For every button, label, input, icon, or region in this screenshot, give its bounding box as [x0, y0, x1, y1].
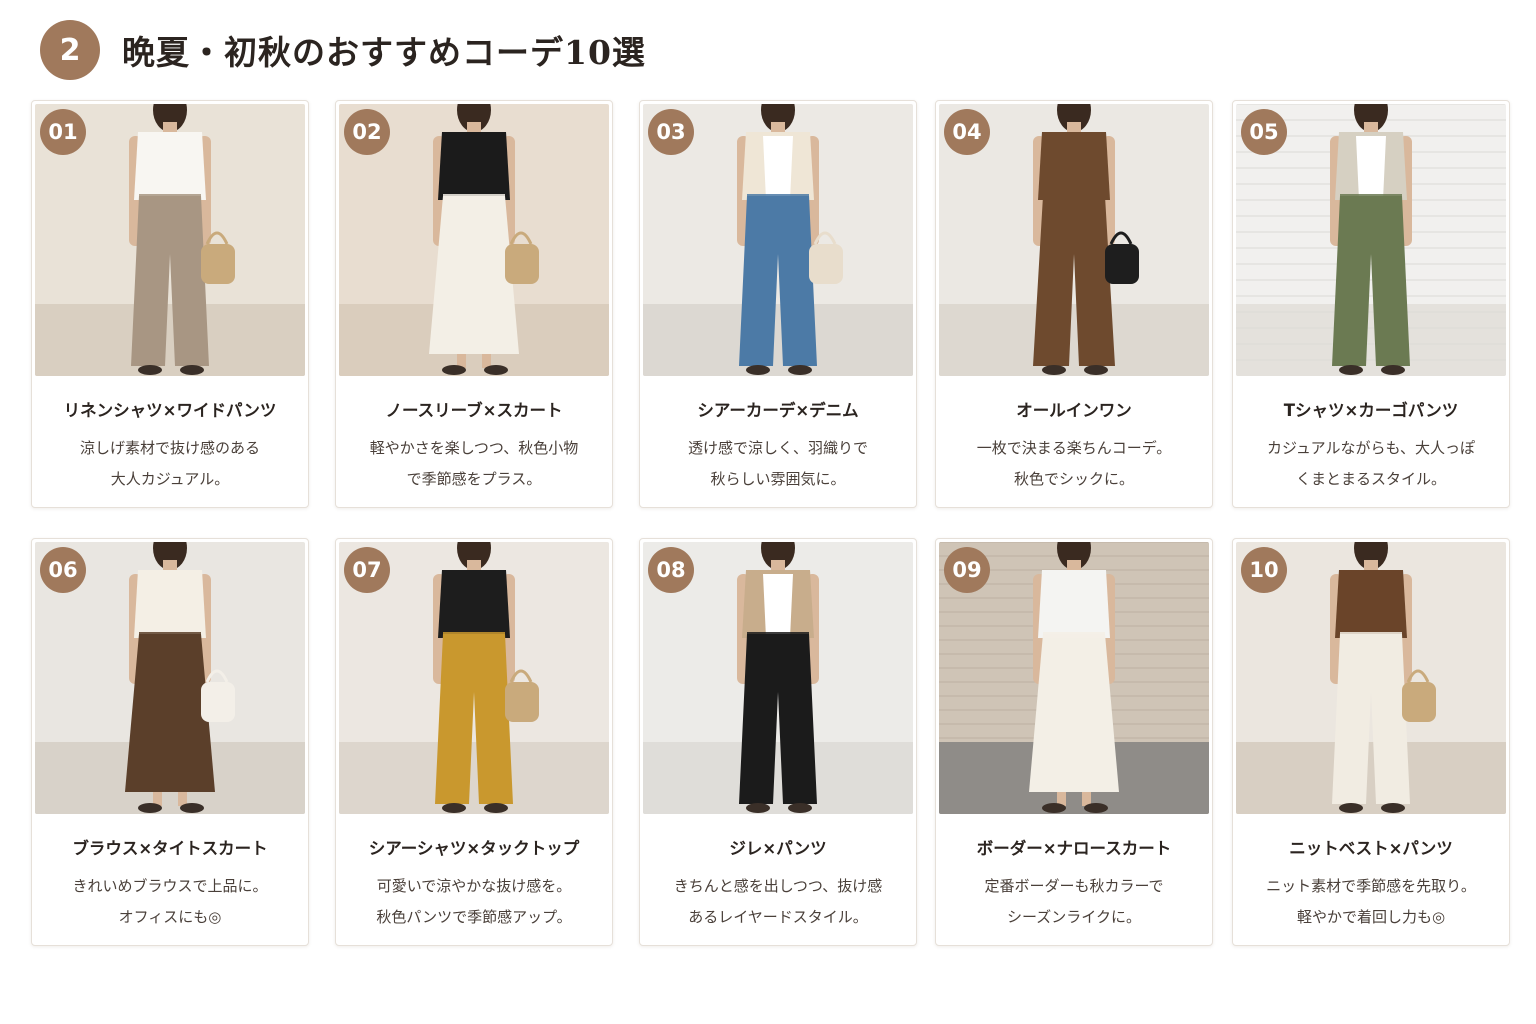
outfit-description-line: 可愛いで涼やかな抜け感を。	[376, 877, 572, 895]
outfit-description: 定番ボーダーも秋カラーで シーズンライクに。	[942, 871, 1206, 933]
outfit-description: ニット素材で季節感を先取り。 軽やかで着回し力も◎	[1239, 871, 1503, 933]
section-header: 2 晩夏・初秋のおすすめコーデ10選	[40, 20, 646, 80]
outfit-description-line: 軽やかさを楽しつつ、秋色小物	[369, 439, 579, 457]
outfit-title: ブラウス×タイトスカート	[72, 839, 268, 858]
outfit-title: ボーダー×ナロースカート	[976, 839, 1172, 858]
outfit-number-badge: 06	[40, 547, 86, 593]
outfit-description-line: きちんと感を出しつつ、抜け感	[673, 877, 883, 895]
outfit-card[interactable]: 08 ジレ×パンツきちんと感を出しつつ、抜け感 あるレイヤードスタイル。	[639, 538, 917, 946]
outfit-description-line: くまとまるスタイル。	[1295, 470, 1446, 488]
outfit-title: ノースリーブ×スカート	[385, 401, 563, 420]
outfit-description-line: 透け感で涼しく、羽織りで	[687, 439, 868, 457]
outfit-card[interactable]: 04 オールインワン一枚で決まる楽ちんコーデ。 秋色でシックに。	[935, 100, 1213, 508]
section-number-badge: 2	[40, 20, 100, 80]
outfit-description-line: 涼しげ素材で抜け感のある	[79, 439, 260, 457]
outfit-description-line: シーズンライクに。	[1007, 908, 1141, 926]
outfit-description-line: 定番ボーダーも秋カラーで	[984, 877, 1164, 895]
outfit-card[interactable]: 06 ブラウス×タイトスカート きれいめブラウスで上品に。 オフィスにも◎	[31, 538, 309, 946]
outfit-card[interactable]: 01 リネンシャツ×ワイドパンツ 涼しげ素材で抜け感のある 大人カジュアル。	[31, 100, 309, 508]
outfit-description-line: 秋色パンツで季節感アップ。	[376, 908, 572, 926]
outfit-description: 一枚で決まる楽ちんコーデ。 秋色でシックに。	[942, 433, 1206, 495]
outfit-description-line: ニット素材で季節感を先取り。	[1266, 877, 1476, 895]
outfit-description: 透け感で涼しく、羽織りで 秋らしい雰囲気に。	[646, 433, 910, 495]
outfit-description: きれいめブラウスで上品に。 オフィスにも◎	[38, 871, 302, 933]
outfit-description-line: あるレイヤードスタイル。	[688, 908, 868, 926]
outfit-number-badge: 10	[1241, 547, 1287, 593]
outfit-number-badge: 01	[40, 109, 86, 155]
outfit-description: カジュアルながらも、大人っぽ くまとまるスタイル。	[1239, 433, 1503, 495]
outfit-number-badge: 02	[344, 109, 390, 155]
outfit-description-line: 軽やかで着回し力も◎	[1296, 908, 1446, 926]
outfit-number-badge: 08	[648, 547, 694, 593]
outfit-title: オールインワン	[1016, 401, 1132, 420]
outfit-title: ニットベスト×パンツ	[1289, 839, 1453, 858]
outfit-description: 可愛いで涼やかな抜け感を。 秋色パンツで季節感アップ。	[342, 871, 606, 933]
outfit-title: シアーシャツ×タックトップ	[368, 839, 580, 858]
outfit-card[interactable]: 05 Tシャツ×カーゴパンツ カジュアルながらも、大人っぽ くまとまるスタイル。	[1232, 100, 1510, 508]
outfit-title: ジレ×パンツ	[729, 839, 827, 858]
outfit-card[interactable]: 07 シアーシャツ×タックトップ 可愛いで涼やかな抜け感を。 秋色パンツで季節感アップ…	[335, 538, 613, 946]
outfit-description-line: 秋らしい雰囲気に。	[710, 470, 846, 488]
outfit-number-badge: 05	[1241, 109, 1287, 155]
outfit-number-badge: 03	[648, 109, 694, 155]
outfit-description: 軽やかさを楽しつつ、秋色小物 で季節感をプラス。	[342, 433, 606, 495]
outfit-title: Tシャツ×カーゴパンツ	[1283, 401, 1459, 420]
outfit-number-badge: 04	[944, 109, 990, 155]
outfit-card[interactable]: 02 ノースリーブ×スカート 軽やかさを楽しつつ、秋色小物 で季節感をプラス。	[335, 100, 613, 508]
outfit-description-line: カジュアルながらも、大人っぽ	[1266, 439, 1476, 457]
outfit-card[interactable]: 03 シアーカーデ×デニム 透け感で涼しく、羽織りで 秋らしい雰囲気に。	[639, 100, 917, 508]
section-title: 晩夏・初秋のおすすめコーデ10選	[122, 33, 646, 72]
outfit-description: きちんと感を出しつつ、抜け感 あるレイヤードスタイル。	[646, 871, 910, 933]
outfit-number-badge: 07	[344, 547, 390, 593]
outfit-number-badge: 09	[944, 547, 990, 593]
outfit-description: 涼しげ素材で抜け感のある 大人カジュアル。	[38, 433, 302, 495]
outfit-card[interactable]: 09 ボーダー×ナロースカート 定番ボーダーも秋カラーで シーズンライクに。	[935, 538, 1213, 946]
outfit-description-line: オフィスにも◎	[118, 908, 222, 926]
outfit-description-line: 大人カジュアル。	[110, 470, 230, 488]
outfit-description-line: 秋色でシックに。	[1013, 470, 1134, 488]
outfit-title: シアーカーデ×デニム	[697, 401, 859, 420]
outfit-description-line: で季節感をプラス。	[406, 470, 542, 488]
outfit-card[interactable]: 10 ニットベスト×パンツニット素材で季節感を先取り。 軽やかで着回し力も◎	[1232, 538, 1510, 946]
outfit-description-line: きれいめブラウスで上品に。	[72, 877, 268, 895]
outfit-title: リネンシャツ×ワイドパンツ	[63, 401, 277, 420]
outfit-description-line: 一枚で決まる楽ちんコーデ。	[976, 439, 1172, 457]
